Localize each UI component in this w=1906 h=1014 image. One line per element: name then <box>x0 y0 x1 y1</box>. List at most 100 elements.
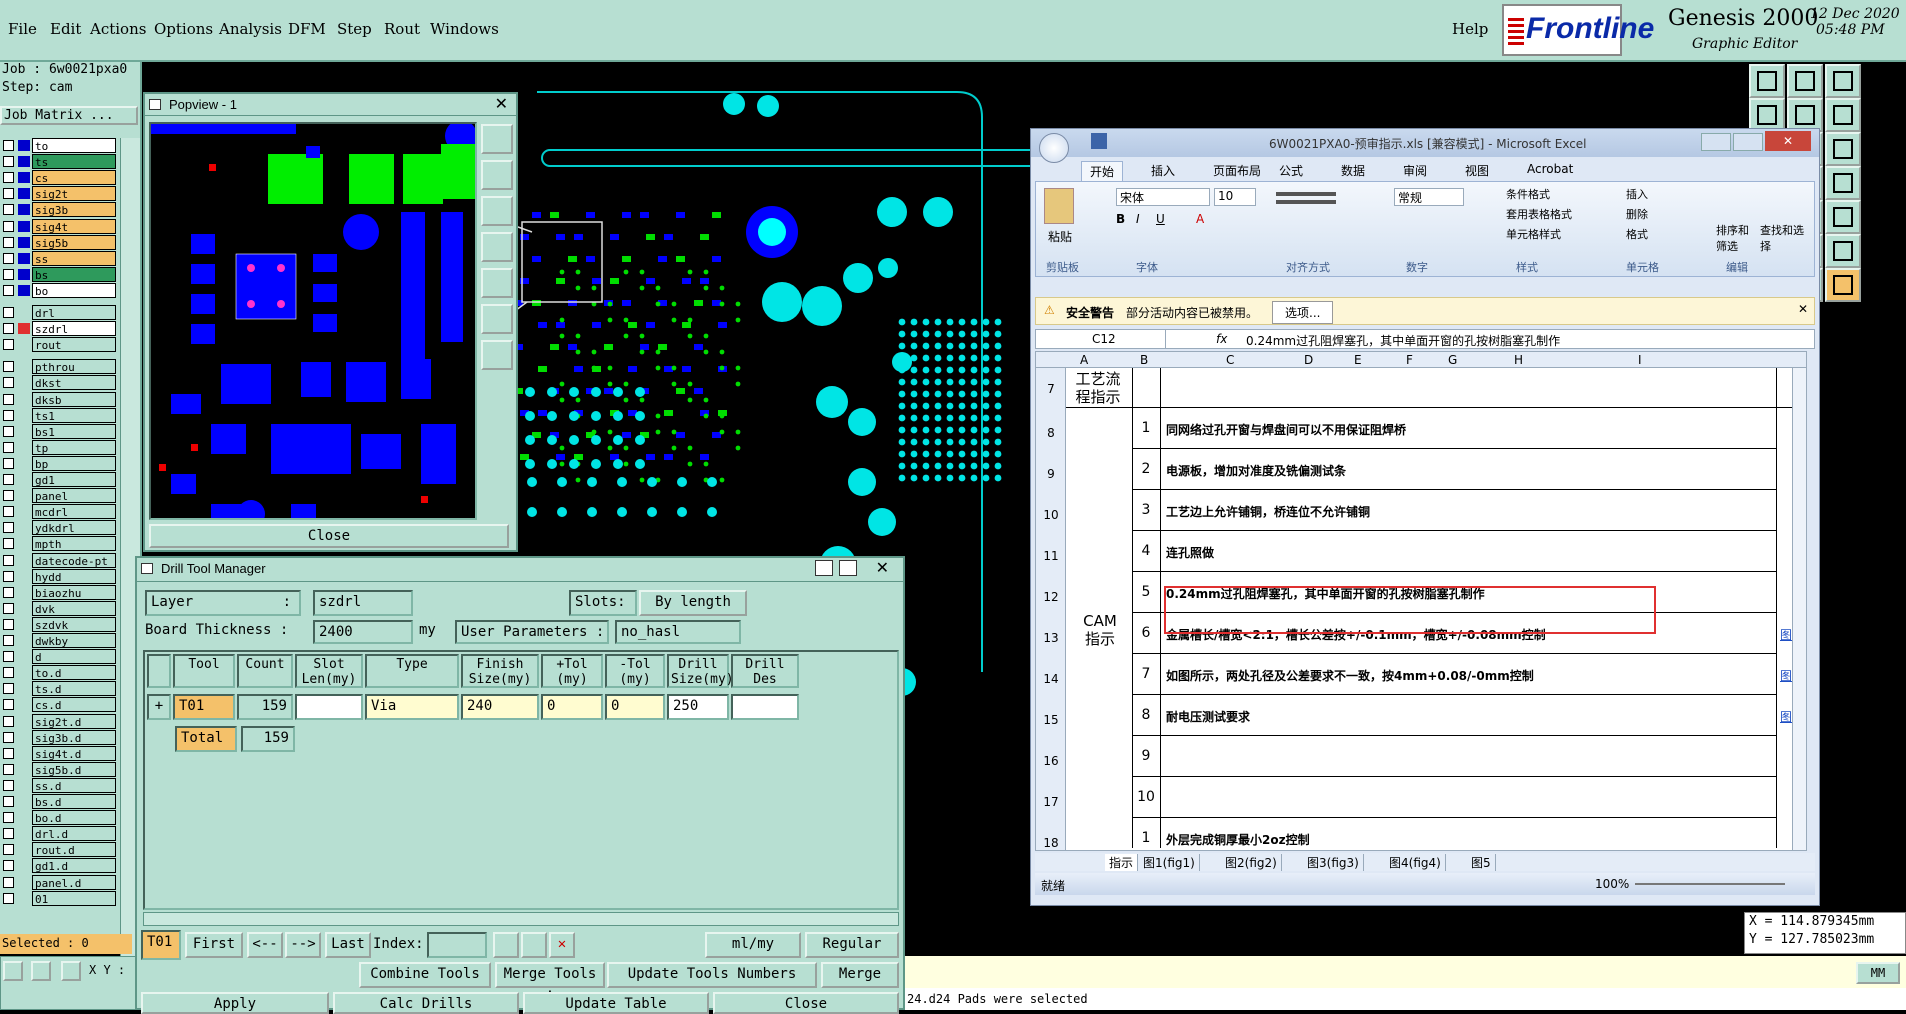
layer-checkbox[interactable] <box>3 307 14 318</box>
update-table-button[interactable]: Update Table <box>523 992 709 1014</box>
table-row[interactable]: 9 2 电源板，增加对准度及铣偏测试条 <box>1036 449 1806 490</box>
layer-checkbox[interactable] <box>3 586 14 598</box>
layer-row[interactable]: bp <box>0 455 118 471</box>
sheet-tab-1[interactable]: 图1(fig1) <box>1139 854 1200 871</box>
layer-name[interactable]: drl.d <box>32 826 116 842</box>
delete-cells-button[interactable]: 删除 <box>1626 206 1648 222</box>
prev-button[interactable]: <-- <box>247 932 283 958</box>
layer-row[interactable]: gd1.d <box>0 858 118 874</box>
sheet-tab-3[interactable]: 图3(fig3) <box>1303 854 1364 871</box>
layer-checkbox[interactable] <box>3 876 14 888</box>
paste-icon[interactable] <box>1044 188 1074 224</box>
layer-name[interactable]: dwkby <box>32 633 116 648</box>
layer-row[interactable]: biaozhu <box>0 584 118 600</box>
layer-name[interactable]: biaozhu <box>32 584 116 600</box>
cell-drill[interactable]: 250 <box>667 694 729 720</box>
alignment-buttons[interactable] <box>1276 188 1356 248</box>
table-row[interactable]: 8 1 同网络过孔开窗与焊盘间可以不用保证阻焊桥 <box>1036 408 1806 449</box>
layer-row[interactable]: datecode-pt <box>0 552 118 568</box>
layer-name[interactable]: d <box>32 649 116 665</box>
ribbon-tab-0[interactable]: 开始 <box>1081 161 1124 181</box>
layer-checkbox[interactable] <box>3 425 14 437</box>
mode-dropdown[interactable]: Regular <box>805 932 899 958</box>
layer-row[interactable]: sig5b <box>0 234 118 250</box>
layer-row[interactable]: rout <box>0 337 118 353</box>
cell-ntol[interactable]: 0 <box>605 694 665 720</box>
layer-row[interactable]: 01 <box>0 890 118 906</box>
layer-checkbox[interactable] <box>3 490 14 502</box>
units-toggle[interactable]: MM <box>1856 962 1900 984</box>
layer-name[interactable]: pthrou <box>32 359 116 375</box>
table-format-button[interactable]: 套用表格格式 <box>1506 206 1572 222</box>
row-text[interactable]: 外层完成铜厚最小2oz控制 <box>1166 831 1310 848</box>
spreadsheet-grid[interactable]: ABCDEFGHI 7 工艺流程指示 CAM指示 8 1 同网络过孔开窗与焊盘间可以… <box>1035 351 1807 851</box>
last-button[interactable]: Last <box>325 932 371 958</box>
layer-row[interactable]: mcdrl <box>0 504 118 520</box>
maximize-icon[interactable] <box>1733 133 1763 151</box>
layer-name[interactable]: cs.d <box>32 697 116 713</box>
layer-name[interactable]: dkst <box>32 375 116 391</box>
layer-checkbox[interactable] <box>3 140 14 151</box>
layer-checkbox[interactable] <box>3 323 14 335</box>
ribbon-tab-4[interactable]: 数据 <box>1333 161 1373 180</box>
sort-filter-button[interactable]: 排序和筛选 <box>1716 222 1756 254</box>
grid-icon[interactable] <box>61 961 81 981</box>
layer-name[interactable]: sig3b <box>32 202 116 218</box>
font-size-field[interactable]: 10 <box>1214 188 1256 206</box>
formula-content[interactable]: 0.24mm过孔阻焊塞孔，其中单面开窗的孔按树脂塞孔制作 <box>1246 332 1560 349</box>
layer-row[interactable]: bs.d <box>0 794 118 809</box>
menu-options[interactable]: Options <box>154 20 213 38</box>
layer-row[interactable]: gd1 <box>0 472 118 487</box>
measure-icon[interactable] <box>3 961 23 981</box>
menu-help[interactable]: Help <box>1452 20 1488 38</box>
merge-button[interactable]: Merge <box>821 962 899 988</box>
layer-name[interactable]: ts <box>32 154 116 170</box>
layer-row[interactable]: ydkdrl <box>0 520 118 536</box>
layer-name[interactable]: ydkdrl <box>32 520 116 536</box>
cell-slot-len[interactable] <box>295 694 363 720</box>
row-text[interactable]: 工艺边上允许铺铜，桥连位不允许铺铜 <box>1166 503 1370 520</box>
layer-name[interactable]: bs.d <box>32 794 116 809</box>
table-row[interactable]: 10 3 工艺边上允许铺铜，桥连位不允许铺铜 <box>1036 490 1806 531</box>
insert-cells-button[interactable]: 插入 <box>1626 186 1648 202</box>
apply-button[interactable]: Apply <box>141 992 329 1014</box>
ribbon-tab-7[interactable]: Acrobat <box>1519 161 1581 177</box>
layer-checkbox[interactable] <box>3 361 14 373</box>
layer-name[interactable]: bs <box>32 266 116 282</box>
layer-row[interactable]: sig2t <box>0 186 118 202</box>
delete-icon[interactable]: ✕ <box>549 932 575 958</box>
layer-checkbox[interactable] <box>3 554 14 566</box>
layer-name[interactable]: sig2t.d <box>32 713 116 729</box>
layer-checkbox[interactable] <box>3 172 14 184</box>
layer-name[interactable]: szdrl <box>32 321 116 337</box>
row-text[interactable]: 同网络过孔开窗与焊盘间可以不用保证阻焊桥 <box>1166 421 1406 438</box>
rotate-icon[interactable] <box>1825 200 1861 234</box>
layer-row[interactable]: panel <box>0 488 118 504</box>
popview-canvas[interactable] <box>149 122 477 520</box>
table-row[interactable]: 11 4 连孔照做 <box>1036 531 1806 572</box>
layer-row[interactable]: cs <box>0 170 118 186</box>
layer-name[interactable]: ss.d <box>32 777 116 793</box>
layer-checkbox[interactable] <box>3 506 14 518</box>
layer-row[interactable]: d <box>0 649 118 665</box>
ribbon-tab-1[interactable]: 插入 <box>1143 161 1183 180</box>
table-row[interactable]: 14 7 如图所示，两处孔径及公差要求不一致，按4mm+0.08/-0mm控制 图2 <box>1036 654 1806 695</box>
layer-name[interactable]: sig5b.d <box>32 761 116 777</box>
layer-checkbox[interactable] <box>3 457 14 469</box>
layer-name[interactable]: bo.d <box>32 810 116 826</box>
angle-icon[interactable] <box>31 961 51 981</box>
center-icon[interactable] <box>481 304 513 334</box>
layer-name[interactable]: mpth <box>32 536 116 552</box>
slots-dropdown[interactable]: By length <box>639 590 747 616</box>
menu-step[interactable]: Step <box>337 20 372 38</box>
layer-row[interactable]: sig3b.d <box>0 729 118 745</box>
layer-checkbox[interactable] <box>3 393 14 405</box>
layer-checkbox[interactable] <box>3 828 14 840</box>
board-thickness-field[interactable]: 2400 <box>313 620 413 644</box>
layer-name[interactable]: to.d <box>32 665 116 681</box>
popview-close-button[interactable]: Close <box>149 524 509 548</box>
layer-row[interactable]: bs1 <box>0 423 118 439</box>
zoom-home-icon[interactable] <box>481 124 513 154</box>
layer-name[interactable]: datecode-pt <box>32 552 116 568</box>
cell-des[interactable] <box>731 694 799 720</box>
